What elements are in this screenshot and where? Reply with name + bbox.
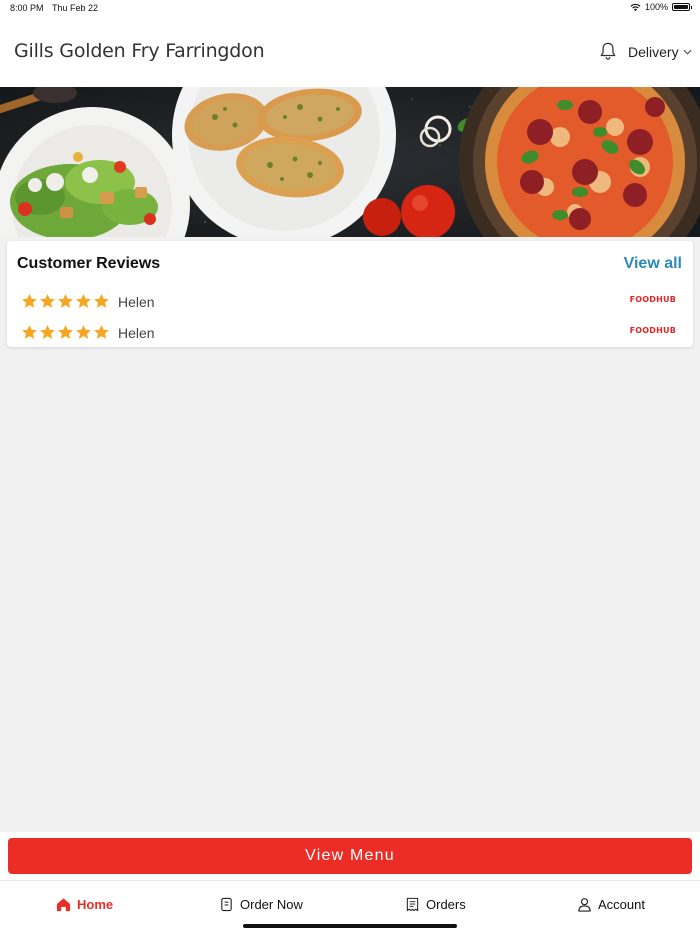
star-icon bbox=[40, 325, 55, 339]
star-icon bbox=[22, 325, 37, 339]
star-rating bbox=[21, 293, 110, 310]
status-date: Thu Feb 22 bbox=[52, 3, 99, 13]
reviewer-name: Helen bbox=[118, 294, 155, 310]
user-icon bbox=[578, 898, 591, 912]
tab-home-label: Home bbox=[77, 897, 114, 912]
tab-account-label: Account bbox=[598, 897, 645, 912]
star-icon bbox=[76, 325, 91, 339]
star-icon bbox=[94, 325, 109, 339]
status-right: 100% bbox=[630, 2, 692, 12]
battery-icon bbox=[672, 3, 692, 11]
hero-banner-image bbox=[0, 87, 700, 237]
star-icon bbox=[58, 325, 73, 339]
star-icon bbox=[22, 294, 37, 308]
header: Gills Golden Fry Farringdon Delivery bbox=[0, 16, 700, 87]
review-item[interactable]: Helen FOODHUB bbox=[21, 293, 681, 313]
reviewer-name: Helen bbox=[118, 325, 155, 341]
customer-reviews-card: Customer Reviews View all Helen FOODHUB … bbox=[7, 241, 693, 347]
reviews-title: Customer Reviews bbox=[17, 255, 161, 272]
home-icon bbox=[56, 898, 71, 912]
foodhub-logo: FOODHUB bbox=[629, 326, 676, 335]
tab-order-now[interactable]: Order Now bbox=[219, 897, 303, 912]
tab-account[interactable]: Account bbox=[577, 897, 645, 912]
tab-orders[interactable]: Orders bbox=[405, 897, 466, 912]
star-rating bbox=[21, 324, 110, 341]
status-bar: 8:00 PM Thu Feb 22 100% bbox=[0, 0, 700, 16]
home-indicator bbox=[243, 924, 457, 928]
tab-orders-label: Orders bbox=[426, 897, 466, 912]
order-now-icon bbox=[221, 897, 232, 912]
tab-home[interactable]: Home bbox=[56, 897, 113, 912]
chevron-down-icon bbox=[683, 49, 692, 55]
review-item[interactable]: Helen FOODHUB bbox=[21, 324, 681, 344]
bottom-area: View Menu Home Order Now Orders Account bbox=[0, 832, 700, 934]
delivery-label: Delivery bbox=[628, 44, 679, 60]
foodhub-logo: FOODHUB bbox=[629, 295, 676, 304]
star-icon bbox=[58, 294, 73, 308]
status-time: 8:00 PM bbox=[10, 3, 44, 13]
bell-icon[interactable] bbox=[599, 41, 617, 61]
store-name: Gills Golden Fry Farringdon bbox=[14, 40, 265, 62]
receipt-icon bbox=[406, 897, 419, 912]
wifi-icon bbox=[630, 3, 641, 11]
star-icon bbox=[76, 294, 91, 308]
delivery-selector[interactable]: Delivery bbox=[628, 44, 692, 60]
view-all-reviews-link[interactable]: View all bbox=[624, 255, 682, 273]
star-icon bbox=[94, 294, 109, 308]
battery-percent: 100% bbox=[644, 2, 668, 12]
view-menu-button[interactable]: View Menu bbox=[8, 838, 692, 874]
star-icon bbox=[40, 294, 55, 308]
tab-order-now-label: Order Now bbox=[240, 897, 303, 912]
